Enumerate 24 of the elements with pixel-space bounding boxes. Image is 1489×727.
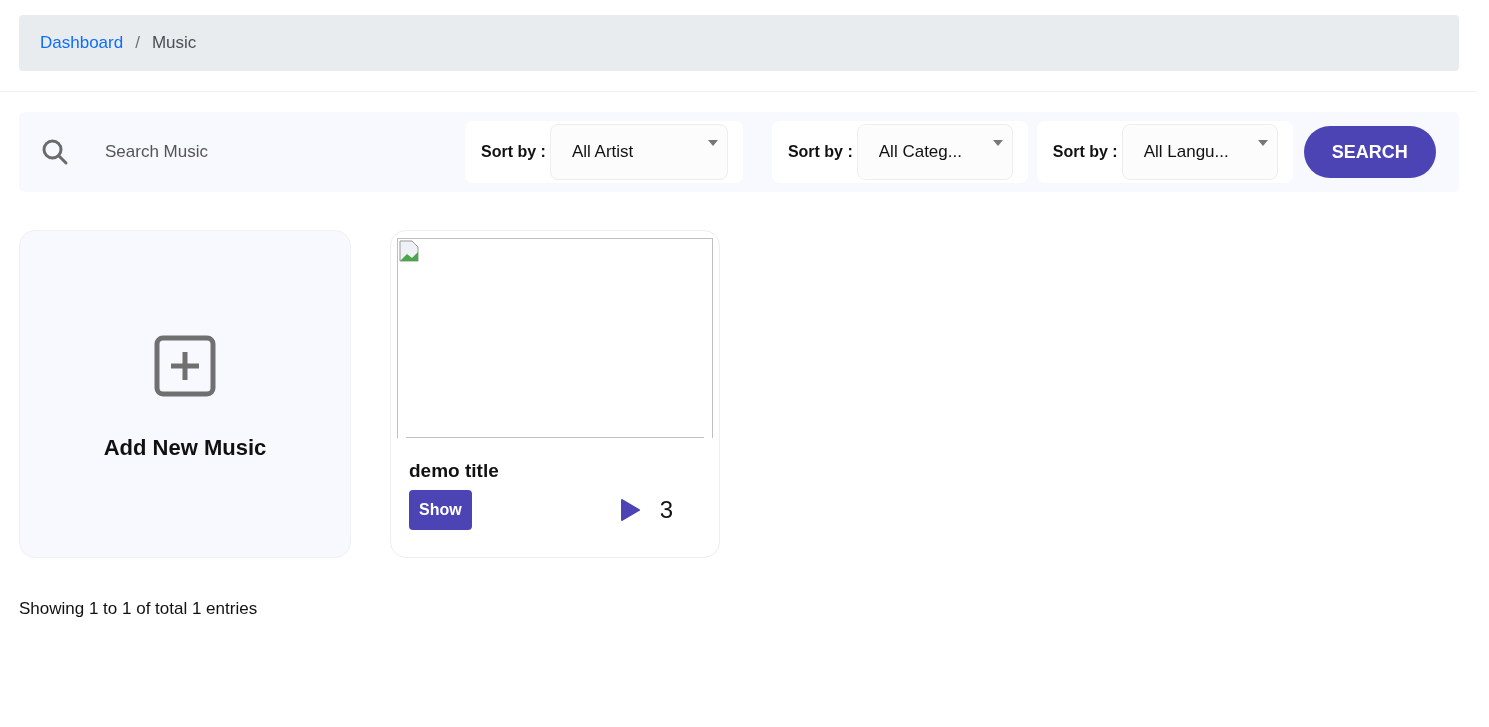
sort-select[interactable]: All Langu... xyxy=(1121,124,1278,180)
play-icon xyxy=(619,498,640,521)
search-icon xyxy=(41,138,69,166)
add-music-label: Add New Music xyxy=(103,433,267,462)
music-title: demo title xyxy=(409,459,499,483)
sort-label: Sort by : xyxy=(1052,142,1118,162)
play-count: 3 xyxy=(659,494,674,525)
caret-icon xyxy=(1257,140,1268,146)
sort-select[interactable]: All Categ... xyxy=(856,124,1013,180)
sort-label: Sort by : xyxy=(787,142,853,162)
entries-summary: Showing 1 to 1 of total 1 entries xyxy=(19,598,258,620)
sort-label: Sort by : xyxy=(481,142,546,162)
search-field[interactable]: Search Music xyxy=(105,139,445,165)
search-button[interactable]: SEARCH xyxy=(1303,126,1436,178)
sort-select[interactable]: All Artist xyxy=(549,124,728,180)
caret-icon xyxy=(992,140,1003,146)
breadcrumb-link[interactable]: Dashboard xyxy=(40,30,124,56)
show-button[interactable]: Show xyxy=(409,489,472,530)
breadcrumb-current: Music xyxy=(151,32,197,55)
broken-image-icon xyxy=(399,240,419,262)
caret-icon xyxy=(707,140,718,146)
add-music-card[interactable]: Add New Music xyxy=(19,230,351,558)
breadcrumb-separator: / xyxy=(134,32,141,55)
plus-square-icon xyxy=(154,334,216,397)
